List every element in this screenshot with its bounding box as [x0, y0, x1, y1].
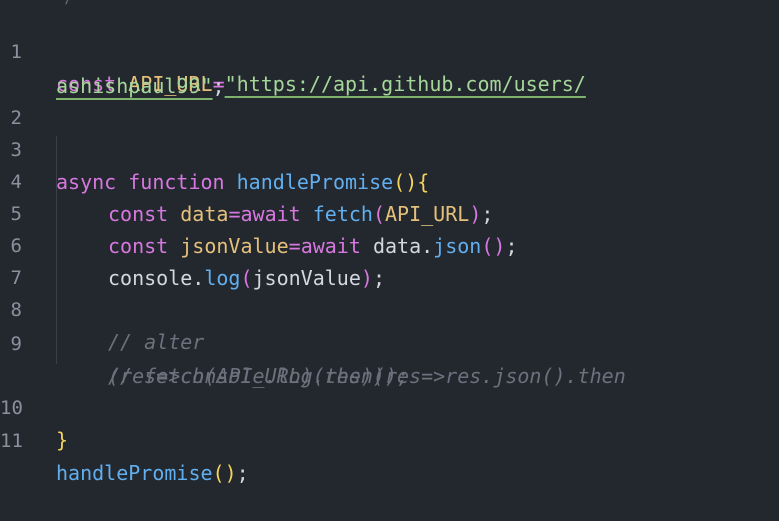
semicolon: ;	[236, 461, 249, 485]
object: data	[372, 234, 422, 258]
operator: =	[288, 234, 301, 258]
code-line-2[interactable]: 2	[0, 70, 48, 129]
argument: jsonValue	[252, 266, 361, 290]
code-content: const jsonValue=await data.json();	[108, 230, 517, 262]
dot: .	[192, 266, 205, 290]
code-line-3[interactable]: 3 async function handlePromise(){	[0, 102, 430, 194]
code-line-9-wrap[interactable]: (res=>console.log(res)));	[0, 328, 409, 388]
keyword: const	[108, 234, 169, 258]
code-content: async function handlePromise(){	[56, 166, 429, 198]
function-name: log	[204, 266, 241, 290]
code-line-6[interactable]: 6 console.log(jsonValue);	[0, 198, 385, 290]
url-link[interactable]: https://api.github.com/users/	[237, 72, 586, 96]
code-line-5[interactable]: 5 const jsonValue=await data.json();	[0, 166, 518, 258]
variable: jsonValue	[180, 234, 289, 258]
paren: ()	[212, 461, 237, 485]
paren: ()	[481, 234, 506, 258]
line-number: 11	[0, 430, 23, 452]
keyword: await	[240, 202, 301, 226]
function-name: handlePromise	[236, 170, 394, 194]
comment: (res=>console.log(res)));	[108, 364, 410, 388]
brace: }	[56, 428, 69, 452]
semicolon: ;	[212, 74, 225, 98]
code-line-1[interactable]: 1 const API_URL="https://api.github.com/…	[0, 4, 586, 96]
keyword: const	[108, 202, 169, 226]
string-quote: "	[200, 74, 213, 98]
code-content: console.log(jsonValue);	[108, 262, 385, 294]
code-line-7[interactable]: 7	[0, 230, 48, 289]
paren: )	[360, 266, 373, 290]
function-name: fetch	[312, 202, 373, 226]
operator: =	[228, 202, 241, 226]
code-line-9[interactable]: 9 // fetch(API_URL).then(res=>res.json()…	[0, 296, 626, 388]
url-link[interactable]: ashishpaul99	[56, 74, 201, 98]
brace: {	[417, 170, 430, 194]
code-content: const data=await fetch(API_URL);	[108, 198, 493, 230]
semicolon: ;	[505, 234, 518, 258]
semicolon: ;	[372, 266, 385, 290]
paren: (	[240, 266, 253, 290]
code-line-8[interactable]: 8 // alter	[0, 262, 205, 354]
comment: // alter	[108, 330, 205, 354]
dot: .	[421, 234, 434, 258]
paren: (	[393, 170, 406, 194]
code-content: handlePromise();	[56, 457, 249, 489]
paren: (	[372, 202, 386, 226]
keyword: function	[128, 170, 225, 194]
paren: )	[469, 202, 482, 226]
keyword: async	[56, 170, 117, 194]
function-name: handlePromise	[56, 461, 213, 485]
code-line-11[interactable]: 11 handlePromise();	[0, 393, 249, 485]
code-line-4[interactable]: 4 const data=await fetch(API_URL);	[0, 134, 494, 226]
function-name: json	[433, 234, 482, 258]
code-editor[interactable]: "/ 1 const API_URL="https://api.github.c…	[0, 0, 779, 485]
keyword: await	[300, 234, 361, 258]
code-content: ashishpaul99";	[56, 70, 225, 102]
clipped-previous-line: "/	[56, 0, 96, 6]
code-line-1-wrap[interactable]: ashishpaul99";	[0, 38, 225, 98]
paren: )	[405, 170, 418, 194]
semicolon: ;	[481, 202, 494, 226]
object: console	[108, 266, 193, 290]
code-line-10[interactable]: 10 }	[0, 360, 68, 452]
variable: API_URL	[385, 202, 470, 226]
string-quote: "	[224, 72, 237, 96]
variable: data	[180, 202, 229, 226]
